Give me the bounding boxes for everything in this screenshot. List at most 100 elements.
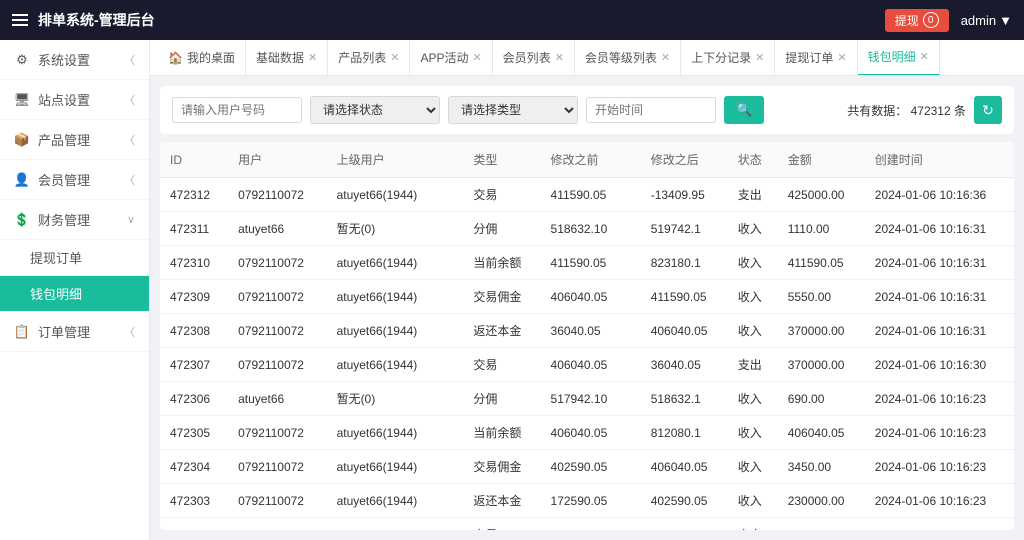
cell-user: 0792110072 [228,280,326,314]
admin-label: admin [961,13,996,28]
sidebar-label-member: 会员管理 [38,170,90,189]
cell-id: 472305 [160,416,228,450]
type-select[interactable]: 请选择类型 交易 分佣 当前余额 交易佣金 返还本金 后台充值 [448,96,578,124]
cell-status: 支出 [728,178,778,212]
chevron-down-icon: ∨ [127,213,135,226]
cell-after: -13409.95 [641,178,728,212]
cell-created_at: 2024-01-06 10:16:23 [865,382,1014,416]
cell-status: 收入 [728,314,778,348]
cell-created_at: 2024-01-06 10:16:31 [865,246,1014,280]
cell-parent_user: atuyet66(1944) [327,246,464,280]
sidebar-item-product-manage[interactable]: 📦 产品管理 〈 [0,120,149,160]
tab-member-level[interactable]: 会员等级列表 ✕ [575,40,681,76]
cell-status: 收入 [728,246,778,280]
sidebar-item-system-settings[interactable]: ⚙ 系统设置 〈 [0,40,149,80]
cell-type: 当前余额 [463,246,540,280]
status-select[interactable]: 请选择状态 收入 支出 [310,96,440,124]
tab-up-down-record[interactable]: 上下分记录 ✕ [681,40,775,76]
tab-member-list[interactable]: 会员列表 ✕ [493,40,575,76]
cell-user: 0792110072 [228,416,326,450]
tab-close-basic-data[interactable]: ✕ [308,51,317,64]
cell-type: 交易 [463,348,540,382]
admin-chevron-icon: ▼ [999,13,1012,28]
table-row: 472311atuyet66暂无(0)分佣518632.10519742.1收入… [160,212,1014,246]
tab-text-product-list: 产品列表 [338,49,386,66]
header-left: 排单系统-管理后台 [12,10,155,30]
cell-id: 472306 [160,382,228,416]
cell-amount: 230000.00 [778,518,865,531]
cell-parent_user: atuyet66(1944) [327,280,464,314]
cell-created_at: 2024-01-06 10:16:08 [865,518,1014,531]
chevron-icon-3: 〈 [124,132,135,148]
col-id: ID [160,142,228,178]
cell-amount: 1110.00 [778,212,865,246]
table-row: 4723080792110072atuyet66(1944)返还本金36040.… [160,314,1014,348]
cell-before: 411590.05 [541,178,641,212]
withdraw-button[interactable]: 提现 0 [885,9,949,32]
menu-icon[interactable] [12,14,28,26]
search-button[interactable]: 🔍 [724,96,764,124]
cell-status: 收入 [728,212,778,246]
chevron-icon: 〈 [124,52,135,68]
admin-menu[interactable]: admin ▼ [961,13,1012,28]
product-icon: 📦 [14,132,30,148]
cell-parent_user: atuyet66(1944) [327,518,464,531]
sidebar-item-wallet-detail[interactable]: 钱包明细 [0,276,149,312]
tab-close-app-activity[interactable]: ✕ [472,51,481,64]
cell-status: 支出 [728,518,778,531]
tab-close-product-list[interactable]: ✕ [390,51,399,64]
content-area: 请选择状态 收入 支出 请选择类型 交易 分佣 当前余额 交易佣金 返还本金 后… [150,76,1024,540]
table-row: 4723040792110072atuyet66(1944)交易佣金402590… [160,450,1014,484]
cell-type: 当前余额 [463,416,540,450]
col-status: 状态 [728,142,778,178]
date-input[interactable] [586,97,716,123]
cell-amount: 425000.00 [778,178,865,212]
cell-after: 411590.05 [641,280,728,314]
cell-user: 0792110072 [228,484,326,518]
data-table: ID 用户 上级用户 类型 修改之前 修改之后 状态 金额 创建时间 47231… [160,142,1014,530]
refresh-button[interactable]: ↻ [974,96,1002,124]
cell-id: 472309 [160,280,228,314]
sidebar-item-member-manage[interactable]: 👤 会员管理 〈 [0,160,149,200]
cell-after: 36040.05 [641,348,728,382]
tab-wallet-detail[interactable]: 钱包明细 ✕ [858,40,940,76]
cell-after: 812080.1 [641,416,728,450]
tab-close-wallet-detail[interactable]: ✕ [920,50,929,63]
tab-close-withdraw-order[interactable]: ✕ [837,51,846,64]
cell-status: 收入 [728,382,778,416]
cell-before: 402590.05 [541,518,641,531]
tab-close-member-level[interactable]: ✕ [661,51,670,64]
table-row: 4723090792110072atuyet66(1944)交易佣金406040… [160,280,1014,314]
total-unit: 条 [954,104,966,118]
cell-amount: 230000.00 [778,484,865,518]
tab-basic-data[interactable]: 基础数据 ✕ [246,40,328,76]
cell-id: 472310 [160,246,228,280]
filter-bar: 请选择状态 收入 支出 请选择类型 交易 分佣 当前余额 交易佣金 返还本金 后… [160,86,1014,134]
cell-amount: 3450.00 [778,450,865,484]
tab-text-app-activity: APP活动 [420,49,468,66]
chevron-icon-5: 〈 [124,324,135,340]
sidebar-item-withdraw-order[interactable]: 提现订单 [0,240,149,276]
chevron-icon-2: 〈 [124,92,135,108]
sidebar-item-site-settings[interactable]: 🖥 站点设置 〈 [0,80,149,120]
tab-withdraw-order[interactable]: 提现订单 ✕ [775,40,857,76]
cell-id: 472312 [160,178,228,212]
sidebar-label-wallet: 钱包明细 [30,287,82,302]
col-user: 用户 [228,142,326,178]
tab-dashboard[interactable]: 🏠 我的桌面 [158,40,246,76]
tab-close-member-list[interactable]: ✕ [555,51,564,64]
sidebar-item-order-manage[interactable]: 📋 订单管理 〈 [0,312,149,352]
tab-close-up-down-record[interactable]: ✕ [755,51,764,64]
cell-id: 472311 [160,212,228,246]
user-input[interactable] [172,97,302,123]
cell-status: 支出 [728,348,778,382]
tab-bar: 🏠 我的桌面 基础数据 ✕ 产品列表 ✕ APP活动 ✕ 会员列表 ✕ 会员等级… [150,40,1024,76]
sidebar-item-finance-manage[interactable]: 💲 财务管理 ∨ [0,200,149,240]
order-icon: 📋 [14,324,30,340]
cell-user: 0792110072 [228,246,326,280]
cell-type: 分佣 [463,382,540,416]
sidebar-label-product: 产品管理 [38,130,90,149]
tab-product-list[interactable]: 产品列表 ✕ [328,40,410,76]
tab-label-dashboard: 🏠 [168,51,183,65]
tab-app-activity[interactable]: APP活动 ✕ [410,40,492,76]
